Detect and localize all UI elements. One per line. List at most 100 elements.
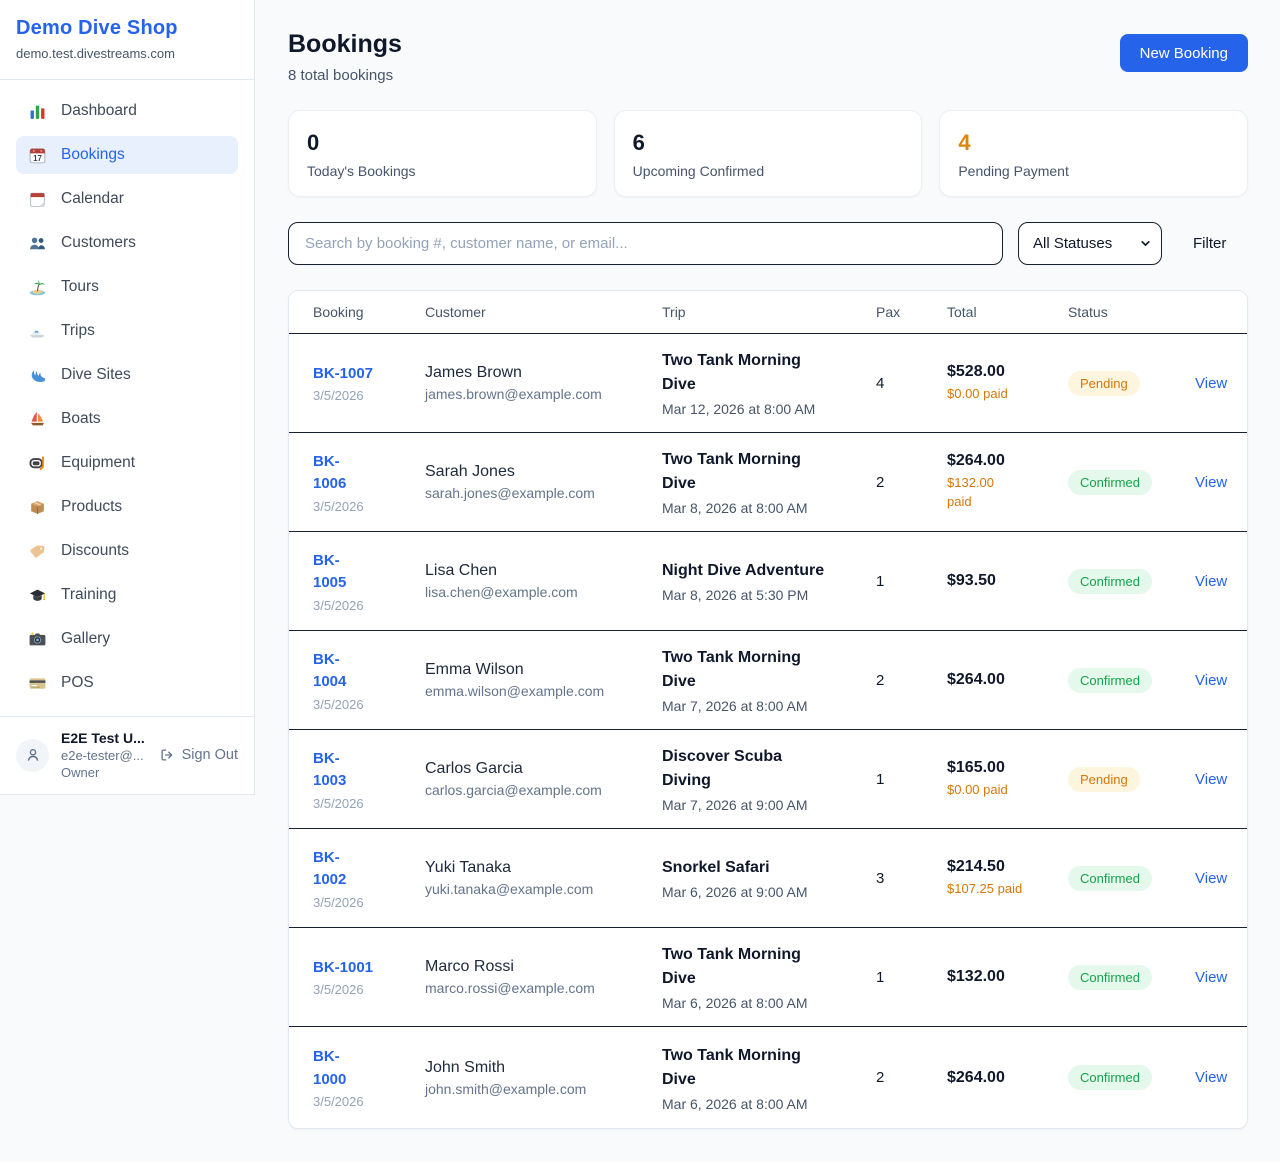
sidebar-item-label: Training: [61, 586, 116, 604]
booking-date: 3/5/2026: [313, 388, 425, 403]
view-link[interactable]: View: [1195, 969, 1227, 986]
sidebar-item-label: POS: [61, 674, 94, 692]
new-booking-button[interactable]: New Booking: [1120, 34, 1248, 72]
total-bookings-count: 8 total bookings: [288, 67, 402, 84]
booking-cell: BK-1007 3/5/2026: [313, 363, 425, 404]
trip-cell: Two Tank Morning DiveMar 6, 2026 at 8:00…: [662, 1044, 876, 1112]
sidebar-item-tours[interactable]: Tours: [16, 268, 238, 306]
sidebar-item-label: Tours: [61, 278, 99, 296]
booking-number-link[interactable]: BK-1004: [313, 649, 425, 694]
view-link[interactable]: View: [1195, 870, 1227, 887]
sidebar-item-boats[interactable]: Boats: [16, 400, 238, 438]
booking-number-link[interactable]: BK-1005: [313, 550, 425, 595]
sidebar-item-label: Boats: [61, 410, 101, 428]
customers-icon: [28, 234, 47, 253]
trip-cell: Two Tank Morning DiveMar 7, 2026 at 8:00…: [662, 646, 876, 714]
trip-datetime: Mar 6, 2026 at 8:00 AM: [662, 995, 876, 1011]
bookings-icon: 17: [28, 146, 47, 165]
stat-value: 0: [307, 130, 578, 156]
booking-date: 3/5/2026: [313, 1094, 425, 1109]
customer-name: Marco Rossi: [425, 958, 662, 976]
sidebar-item-customers[interactable]: Customers: [16, 224, 238, 262]
bookings-table: BookingCustomerTripPaxTotalStatus BK-100…: [288, 290, 1248, 1129]
sidebar-item-dive-sites[interactable]: Dive Sites: [16, 356, 238, 394]
sign-out-icon: [159, 747, 175, 763]
sidebar-item-bookings[interactable]: 17Bookings: [16, 136, 238, 174]
trip-name: Snorkel Safari: [662, 856, 834, 880]
shop-title: Demo Dive Shop: [16, 17, 238, 40]
page-header: Bookings 8 total bookings New Booking: [288, 30, 1248, 84]
stats-row: 0 Today's Bookings 6 Upcoming Confirmed …: [288, 110, 1248, 197]
status-select[interactable]: All Statuses: [1018, 222, 1162, 265]
paid-amount-line: $107.25 paid: [947, 880, 1068, 899]
sidebar-item-trips[interactable]: Trips: [16, 312, 238, 350]
view-link[interactable]: View: [1195, 474, 1227, 491]
sidebar-item-calendar[interactable]: Calendar: [16, 180, 238, 218]
booking-number-link[interactable]: BK-1003: [313, 748, 425, 793]
booking-number-line: 1000: [313, 1069, 425, 1092]
total-amount: $528.00: [947, 363, 1068, 381]
booking-number-link[interactable]: BK-1006: [313, 451, 425, 496]
sidebar-item-label: Products: [61, 498, 122, 516]
trips-icon: [28, 322, 47, 341]
booking-cell: BK-1005 3/5/2026: [313, 550, 425, 613]
sidebar-item-dashboard[interactable]: Dashboard: [16, 92, 238, 130]
total-cell: $165.00$0.00 paid: [947, 759, 1068, 800]
view-link[interactable]: View: [1195, 1069, 1227, 1086]
trip-datetime: Mar 12, 2026 at 8:00 AM: [662, 401, 876, 417]
pax-count: 2: [876, 1069, 947, 1086]
booking-number-link[interactable]: BK-1001: [313, 957, 425, 980]
status-select-wrap: All Statuses: [1018, 222, 1162, 265]
booking-number-line: BK-: [313, 649, 425, 672]
view-link[interactable]: View: [1195, 573, 1227, 590]
stat-value: 6: [633, 130, 904, 156]
sidebar-item-products[interactable]: Products: [16, 488, 238, 526]
sidebar-item-pos[interactable]: POS: [16, 664, 238, 702]
booking-number-link[interactable]: BK-1007: [313, 363, 425, 386]
paid-amount-line: $0.00 paid: [947, 385, 1068, 404]
view-link[interactable]: View: [1195, 375, 1227, 392]
sidebar-item-gallery[interactable]: Gallery: [16, 620, 238, 658]
stat-card-todays-bookings: 0 Today's Bookings: [288, 110, 597, 197]
sign-out-button[interactable]: Sign Out: [159, 747, 238, 763]
sidebar-item-label: Calendar: [61, 190, 124, 208]
customer-name: Yuki Tanaka: [425, 859, 662, 877]
booking-number-line: BK-: [313, 748, 425, 771]
booking-date: 3/5/2026: [313, 895, 425, 910]
paid-amount-line: $0.00 paid: [947, 781, 1068, 800]
booking-number-link[interactable]: BK-1002: [313, 847, 425, 892]
booking-date: 3/5/2026: [313, 796, 425, 811]
booking-cell: BK-1000 3/5/2026: [313, 1046, 425, 1109]
training-icon: [28, 586, 47, 605]
status-cell: Confirmed: [1068, 965, 1195, 990]
trip-datetime: Mar 7, 2026 at 9:00 AM: [662, 797, 876, 813]
booking-date: 3/5/2026: [313, 598, 425, 613]
total-amount: $264.00: [947, 1069, 1068, 1087]
user-email: e2e-tester@...: [61, 748, 147, 763]
booking-cell: BK-10013/5/2026: [313, 957, 425, 998]
sidebar-item-label: Equipment: [61, 454, 135, 472]
customer-cell: Carlos Garcia carlos.garcia@example.com: [425, 760, 662, 798]
table-row: BK-10003/5/2026John Smithjohn.smith@exam…: [289, 1027, 1247, 1128]
view-link[interactable]: View: [1195, 672, 1227, 689]
gallery-icon: [28, 630, 47, 649]
user-info: E2E Test U... e2e-tester@... Owner: [61, 730, 147, 780]
sidebar: Demo Dive Shop demo.test.divestreams.com…: [0, 0, 255, 795]
search-input[interactable]: [288, 222, 1003, 265]
customer-email: carlos.garcia@example.com: [425, 782, 662, 798]
booking-number-link[interactable]: BK-1000: [313, 1046, 425, 1091]
customer-email: lisa.chen@example.com: [425, 584, 662, 600]
pax-count: 2: [876, 672, 947, 689]
trip-cell: Discover Scuba DivingMar 7, 2026 at 9:00…: [662, 745, 876, 813]
view-link[interactable]: View: [1195, 771, 1227, 788]
status-cell: Confirmed: [1068, 668, 1195, 693]
trip-cell: Two Tank Morning DiveMar 12, 2026 at 8:0…: [662, 349, 876, 417]
products-icon: [28, 498, 47, 517]
sidebar-item-equipment[interactable]: Equipment: [16, 444, 238, 482]
filter-button[interactable]: Filter: [1193, 235, 1226, 252]
customer-name: Carlos Garcia: [425, 760, 662, 778]
shop-domain: demo.test.divestreams.com: [16, 46, 238, 61]
sidebar-item-training[interactable]: Training: [16, 576, 238, 614]
sidebar-item-discounts[interactable]: Discounts: [16, 532, 238, 570]
booking-number-line: BK-: [313, 451, 425, 474]
